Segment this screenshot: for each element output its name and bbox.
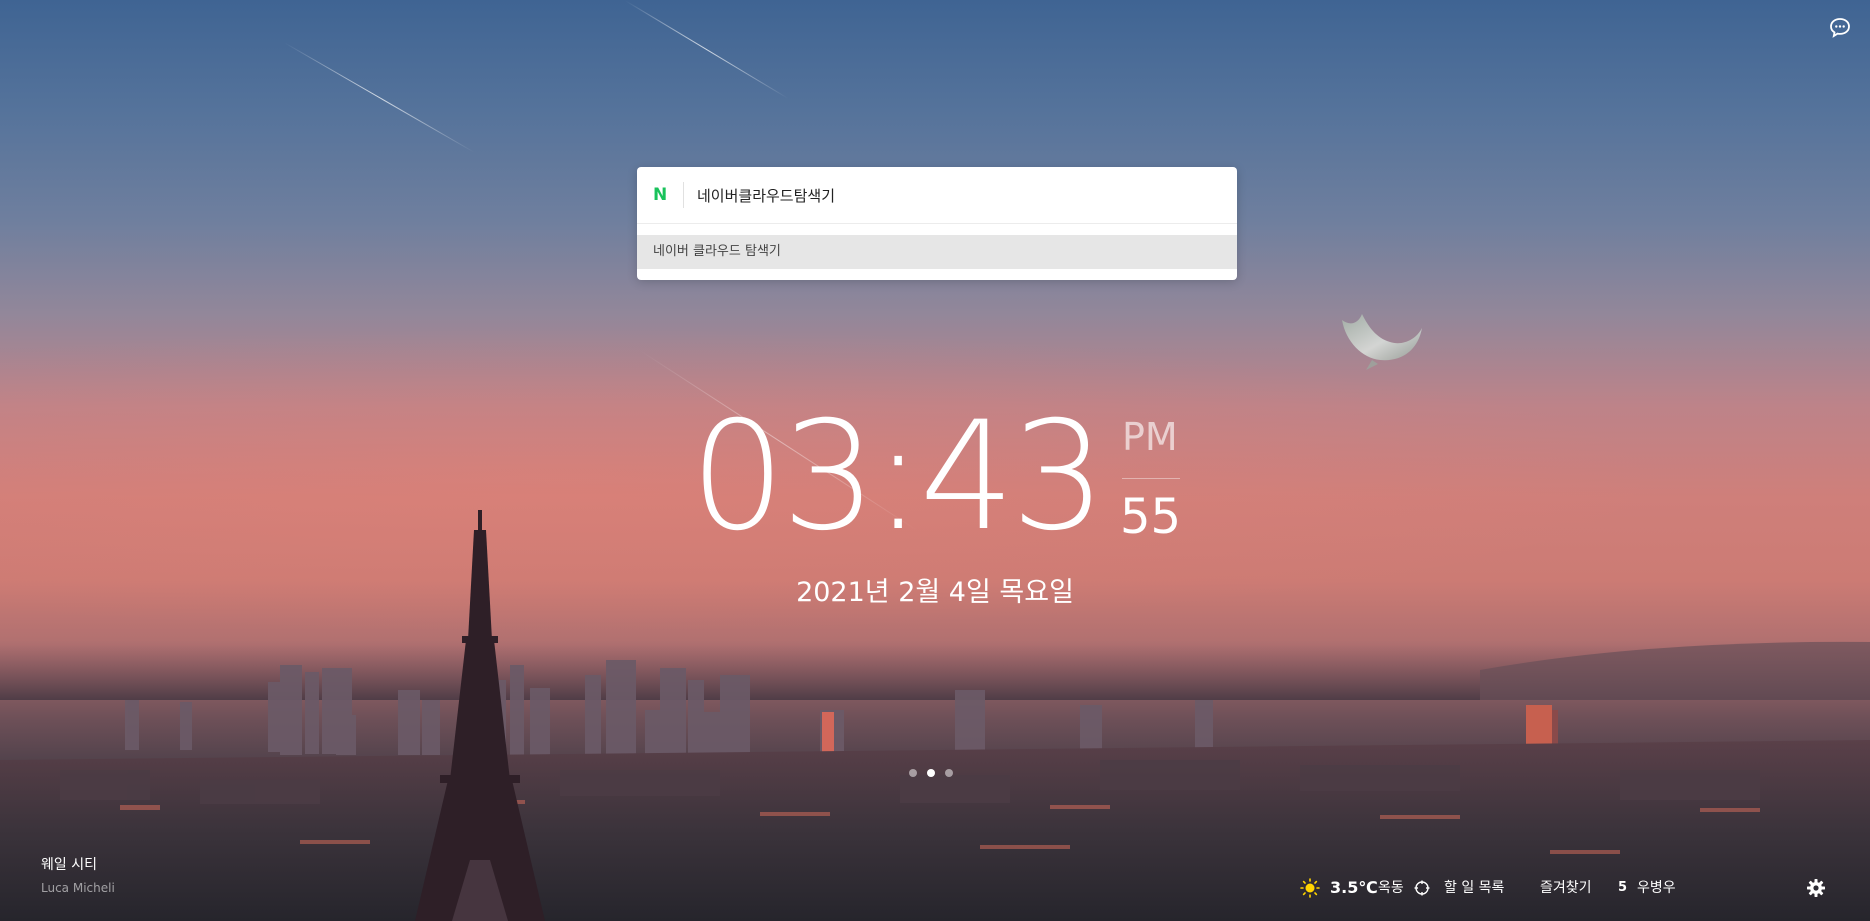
whale-logo-icon <box>1342 314 1422 370</box>
search-box: N 네이버 클라우드 탐색기 <box>637 167 1237 280</box>
mail-label: 우병우 <box>1637 880 1676 896</box>
clock-divider <box>1122 478 1180 479</box>
credit-title: 웨일 시티 <box>41 857 97 873</box>
weather-temperature: 3.5℃ <box>1330 878 1378 897</box>
date-label: 2021년 2월 4일 목요일 <box>796 577 1074 608</box>
clock-ampm: PM <box>1122 415 1178 459</box>
gear-icon <box>1807 879 1825 897</box>
clock-time: 03:43 <box>690 390 1106 564</box>
search-divider <box>683 182 684 208</box>
search-row: N <box>637 167 1237 224</box>
credit-author: Luca Micheli <box>41 881 115 895</box>
search-input[interactable] <box>697 179 1217 211</box>
todo-label: 할 일 목록 <box>1444 880 1505 896</box>
bottom-bar: 3.5℃ 옥동 할 일 목록 즐겨찾기 5 우병우 <box>1300 876 1870 900</box>
slide-dot[interactable] <box>945 769 953 777</box>
chat-bubble-icon <box>1830 18 1850 38</box>
clock-seconds: 55 <box>1120 489 1182 545</box>
settings-button[interactable] <box>1806 878 1826 898</box>
search-suggestion[interactable]: 네이버 클라우드 탐색기 <box>637 235 1237 269</box>
sun-icon <box>1300 878 1320 898</box>
background-credit[interactable]: 웨일 시티 Luca Micheli <box>41 855 115 897</box>
naver-logo-icon[interactable]: N <box>653 186 671 204</box>
bookmarks-button[interactable]: 즐겨찾기 <box>1540 876 1592 900</box>
feedback-button[interactable] <box>1828 16 1852 40</box>
slide-dot-active[interactable] <box>927 769 935 777</box>
slide-dot[interactable] <box>909 769 917 777</box>
target-icon <box>1414 880 1430 896</box>
weather-location: 옥동 <box>1378 880 1404 896</box>
mail-count: 5 <box>1618 880 1628 895</box>
